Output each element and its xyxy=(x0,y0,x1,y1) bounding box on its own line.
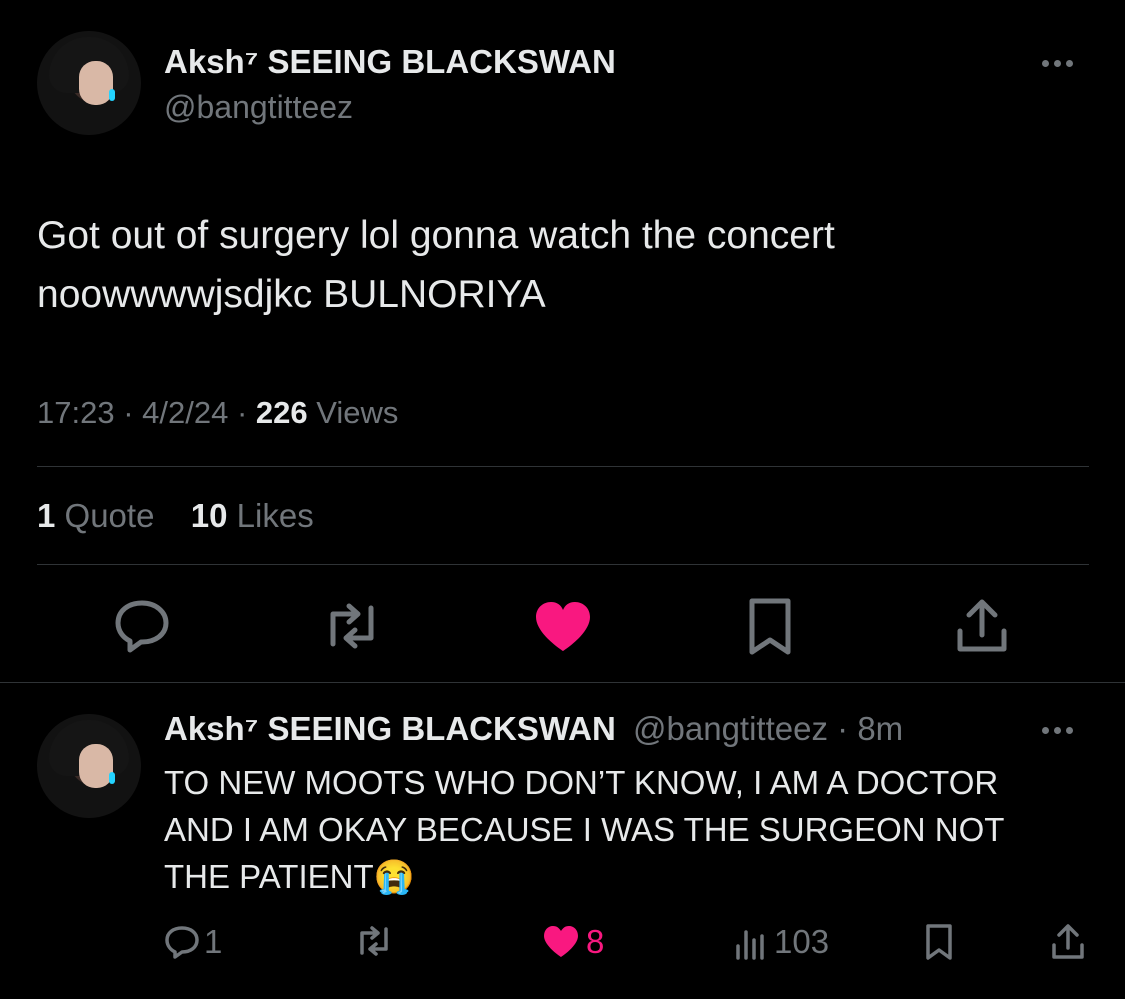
reply-more-icon[interactable] xyxy=(1042,727,1073,734)
reply-reply-count: 1 xyxy=(204,923,223,960)
bookmark-icon[interactable] xyxy=(746,597,794,657)
reply-text-line1: TO NEW MOOTS WHO DON’T KNOW, I AM A DOCT… xyxy=(164,764,999,801)
main-tweet-text: Got out of surgery lol gonna watch the c… xyxy=(37,206,835,324)
likes-label: Likes xyxy=(236,497,314,534)
likes-stat[interactable]: 10 Likes xyxy=(191,497,314,534)
reply-views-count: 103 xyxy=(774,923,830,960)
main-tweet-meta: 17:23 · 4/2/24 · 226 Views xyxy=(37,395,399,430)
main-tweet-display-name[interactable]: Aksh⁷ SEEING BLACKSWAN xyxy=(164,43,616,81)
reply-age[interactable]: 8m xyxy=(857,710,903,747)
retweet-icon[interactable] xyxy=(319,598,385,654)
main-tweet-handle[interactable]: @bangtitteez xyxy=(164,89,353,126)
reply-text-line2: AND I AM OKAY BECAUSE I WAS THE SURGEON … xyxy=(164,811,1005,848)
reply-icon[interactable] xyxy=(113,598,171,654)
reply-like-button[interactable]: 8 xyxy=(542,923,604,961)
reply-header: Aksh⁷ SEEING BLACKSWAN @bangtitteez · 8m xyxy=(164,710,904,747)
reply-reply-icon xyxy=(165,926,199,959)
heart-icon[interactable] xyxy=(533,600,593,654)
divider-bottom xyxy=(0,682,1125,683)
reply-handle[interactable]: @bangtitteez xyxy=(633,710,828,747)
quote-stat[interactable]: 1 Quote xyxy=(37,497,164,534)
reply-views-button[interactable]: 103 xyxy=(734,923,829,961)
divider-middle xyxy=(37,564,1089,565)
reply-reply-button[interactable]: 1 xyxy=(164,923,222,961)
reply-text-line3-wrap: THE PATIENT😭 xyxy=(164,853,1004,900)
reply-display-name[interactable]: Aksh⁷ SEEING BLACKSWAN xyxy=(164,710,616,747)
reply-bookmark-icon[interactable] xyxy=(924,923,954,961)
main-tweet-stats: 1 Quote 10 Likes xyxy=(37,497,314,535)
main-tweet-date[interactable]: 4/2/24 xyxy=(142,395,228,430)
main-tweet-time[interactable]: 17:23 xyxy=(37,395,115,430)
main-tweet-more-icon[interactable] xyxy=(1042,60,1073,67)
reply-retweet-icon[interactable] xyxy=(354,923,394,959)
reply-text: TO NEW MOOTS WHO DON’T KNOW, I AM A DOCT… xyxy=(164,759,1004,900)
reply-avatar[interactable] xyxy=(37,714,141,818)
main-tweet-views-label: Views xyxy=(316,395,399,430)
reply-like-count: 8 xyxy=(586,923,605,960)
main-tweet-avatar[interactable] xyxy=(37,31,141,135)
main-tweet-text-line2: noowwwwjsdjkc BULNORIYA xyxy=(37,273,546,316)
divider-top xyxy=(37,466,1089,467)
reply-heart-icon xyxy=(544,926,578,957)
quote-label: Quote xyxy=(64,497,155,534)
quote-count: 1 xyxy=(37,497,56,534)
views-icon xyxy=(736,930,764,960)
main-tweet-text-line1: Got out of surgery lol gonna watch the c… xyxy=(37,214,835,257)
reply-share-icon[interactable] xyxy=(1050,923,1086,961)
likes-count: 10 xyxy=(190,497,228,534)
main-tweet-views-count: 226 xyxy=(255,395,308,430)
crying-face-emoji: 😭 xyxy=(373,858,415,895)
share-icon[interactable] xyxy=(954,597,1010,655)
reply-text-line3: THE PATIENT xyxy=(164,858,374,895)
